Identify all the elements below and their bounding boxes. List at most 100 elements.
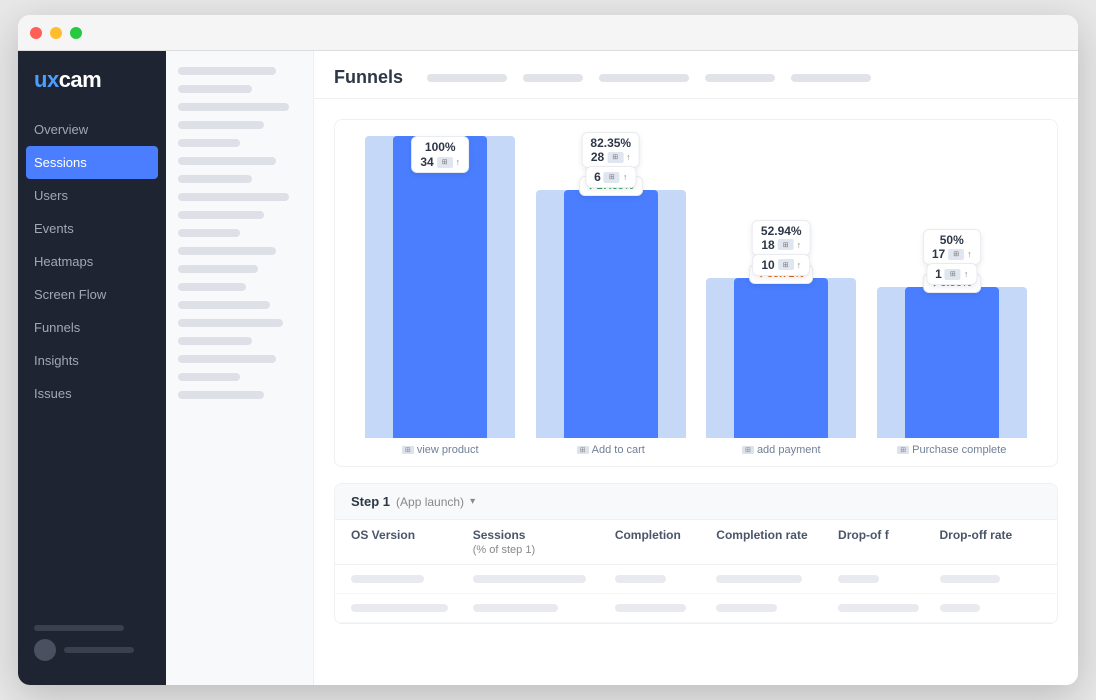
- close-button[interactable]: [30, 27, 42, 39]
- funnel-bars-4: ↓ 5.56% 1 ⊞ ↑: [867, 136, 1038, 438]
- filter-bar-15: [178, 319, 283, 327]
- sidebar-user-row: [34, 639, 150, 661]
- step-section: Step 1 (App launch) ▾ OS Version Session…: [334, 483, 1058, 624]
- filter-bar-18: [178, 373, 240, 381]
- sidebar-item-heatmaps[interactable]: Heatmaps: [18, 245, 166, 278]
- step-header-label: Step 1: [351, 494, 390, 509]
- step1-label-icon: ⊞: [402, 446, 414, 454]
- sidebar-item-funnels[interactable]: Funnels: [18, 311, 166, 344]
- step4-label-text: Purchase complete: [912, 444, 1006, 456]
- funnel-chart: 100% 34 ⊞ ↑: [355, 136, 1037, 456]
- funnel-label-3: ⊞ add payment: [742, 444, 821, 456]
- filter-bar-4: [178, 121, 264, 129]
- col-drop-off-rate: Drop-off rate: [940, 528, 1041, 556]
- filter-bar-12: [178, 265, 258, 273]
- step-header: Step 1 (App launch) ▾: [335, 484, 1057, 520]
- step4-label-icon: ⊞: [897, 446, 909, 454]
- maximize-button[interactable]: [70, 27, 82, 39]
- chevron-down-icon[interactable]: ▾: [470, 496, 475, 507]
- step-header-sub: (App launch): [396, 495, 464, 509]
- funnel-bars-2: ↓ 17.65% 6 ⊞ ↑: [526, 136, 697, 438]
- step4-icon: ⊞: [945, 269, 961, 280]
- step2-main-label: 82.35% 28 ⊞ ↑: [581, 132, 640, 168]
- step3-icon: ⊞: [778, 259, 794, 270]
- header-bar-4: [705, 74, 775, 82]
- header-bar-5: [791, 74, 871, 82]
- col-sessions: Sessions (% of step 1): [473, 528, 615, 556]
- cell-skeleton: [615, 575, 666, 583]
- sidebar-item-users[interactable]: Users: [18, 179, 166, 212]
- funnel-group-3: ↓ 35.71% 10 ⊞ ↑: [696, 136, 867, 456]
- header-bar-1: [427, 74, 507, 82]
- step3-label-text: add payment: [757, 444, 821, 456]
- funnel-label-1: ⊞ view product: [402, 444, 479, 456]
- main-content: Funnels: [314, 51, 1078, 685]
- cell-skeleton: [716, 575, 801, 583]
- step4-main-up: ↑: [967, 249, 972, 259]
- cell-skeleton: [838, 604, 919, 612]
- step3-pct: 52.94%: [761, 224, 802, 238]
- step3-main-icon: ⊞: [778, 239, 794, 250]
- cell-skeleton: [940, 604, 981, 612]
- app-window: uxcam Overview Sessions Users Events Hea…: [18, 15, 1078, 685]
- cell-skeleton: [716, 604, 777, 612]
- filter-bar-19: [178, 391, 264, 399]
- step1-pct: 100%: [425, 140, 456, 154]
- logo: uxcam: [18, 67, 166, 113]
- step3-main-count: 18 ⊞ ↑: [761, 238, 801, 252]
- filter-bar-11: [178, 247, 276, 255]
- step2-count: 6: [594, 170, 601, 184]
- step2-main-icon: ⊞: [607, 152, 623, 163]
- cell-skeleton: [351, 575, 424, 583]
- step4-count-row: 1 ⊞ ↑: [935, 267, 968, 281]
- header-bar-3: [599, 74, 689, 82]
- filter-bar-17: [178, 355, 276, 363]
- filter-bar-6: [178, 157, 276, 165]
- sidebar-item-events[interactable]: Events: [18, 212, 166, 245]
- cell-skeleton: [940, 575, 1001, 583]
- funnel-bars-3: ↓ 35.71% 10 ⊞ ↑: [696, 136, 867, 438]
- filter-bar-10: [178, 229, 240, 237]
- step4-main-count: 17 ⊞ ↑: [932, 247, 972, 261]
- step3-count-small: 10: [761, 258, 774, 272]
- sidebar-item-insights[interactable]: Insights: [18, 344, 166, 377]
- sidebar-item-screen-flow[interactable]: Screen Flow: [18, 278, 166, 311]
- step4-main-label: 50% 17 ⊞ ↑: [923, 229, 981, 265]
- table-row: [335, 565, 1057, 594]
- cell-skeleton: [615, 604, 686, 612]
- funnel-bars-1: 100% 34 ⊞ ↑: [355, 136, 526, 438]
- step4-up: ↑: [964, 269, 969, 279]
- step1-label-text: view product: [417, 444, 479, 456]
- filter-bar-16: [178, 337, 252, 345]
- header-bar-2: [523, 74, 583, 82]
- funnel-group-4: ↓ 5.56% 1 ⊞ ↑: [867, 136, 1038, 456]
- label-count-2: 6 ⊞ ↑: [585, 166, 636, 188]
- step3-main-label: 52.94% 18 ⊞ ↑: [752, 220, 811, 256]
- step2-count-row: 6 ⊞ ↑: [594, 170, 627, 184]
- step1-up: ↑: [456, 157, 461, 167]
- filter-bar-5: [178, 139, 240, 147]
- step3-count-row: 10 ⊞ ↑: [761, 258, 801, 272]
- sidebar-item-sessions[interactable]: Sessions: [26, 146, 158, 179]
- sidebar-bottom: [18, 613, 166, 673]
- main-scroll[interactable]: 100% 34 ⊞ ↑: [314, 99, 1078, 685]
- step2-icon: ⊞: [604, 172, 620, 183]
- table-row: [335, 594, 1057, 623]
- sidebar-item-overview[interactable]: Overview: [18, 113, 166, 146]
- step2-up: ↑: [623, 172, 628, 182]
- label-count-3: 10 ⊞ ↑: [752, 254, 810, 276]
- filter-bar-13: [178, 283, 246, 291]
- funnel-chart-container: 100% 34 ⊞ ↑: [334, 119, 1058, 467]
- label-count-4: 1 ⊞ ↑: [926, 263, 977, 285]
- sidebar: uxcam Overview Sessions Users Events Hea…: [18, 51, 166, 685]
- step2-label-icon: ⊞: [577, 446, 589, 454]
- col-sessions-label: Sessions: [473, 528, 526, 542]
- step4-pct: 50%: [940, 233, 964, 247]
- cell-skeleton: [351, 604, 448, 612]
- step2-main-count-val: 28: [591, 150, 604, 164]
- main-header: Funnels: [314, 51, 1078, 99]
- sidebar-item-issues[interactable]: Issues: [18, 377, 166, 410]
- avatar: [34, 639, 56, 661]
- step1-count-row: 34 ⊞ ↑: [420, 155, 460, 169]
- minimize-button[interactable]: [50, 27, 62, 39]
